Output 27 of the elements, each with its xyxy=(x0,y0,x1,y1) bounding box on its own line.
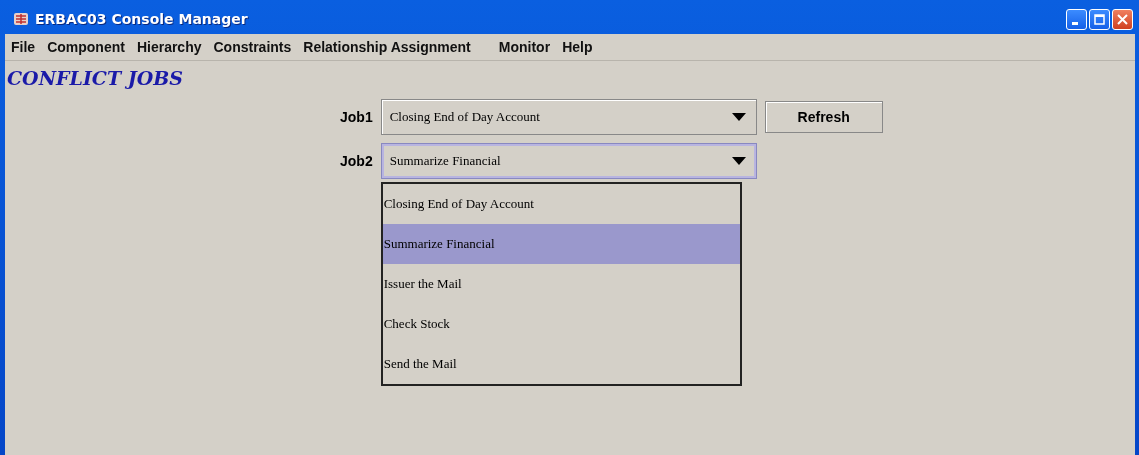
dropdown-option[interactable]: Closing End of Day Account xyxy=(382,184,740,224)
minimize-icon xyxy=(1072,21,1078,25)
maximize-button[interactable] xyxy=(1089,8,1110,30)
menu-item[interactable]: Relationship Assignment xyxy=(303,39,471,55)
menu-item[interactable]: Component xyxy=(47,39,125,55)
field-label: Job2 xyxy=(340,153,373,169)
menu-item[interactable]: Help xyxy=(562,39,593,55)
dropdown-arrow-icon xyxy=(731,157,746,165)
app-icon xyxy=(13,11,29,27)
field-label: Job1 xyxy=(340,109,373,125)
page-heading: CONFLICT JOBS xyxy=(6,66,183,89)
close-button[interactable] xyxy=(1112,8,1133,30)
dropdown-arrow-icon xyxy=(731,113,746,121)
minimize-button[interactable] xyxy=(1066,8,1087,30)
dropdown-option[interactable]: Issuer the Mail xyxy=(382,264,740,304)
menu-item[interactable]: File xyxy=(11,39,36,55)
dropdown-option[interactable]: Check Stock xyxy=(382,304,740,344)
menu-item[interactable]: Hierarchy xyxy=(136,39,202,55)
window-title: ERBAC03 Console Manager xyxy=(35,11,249,27)
close-icon xyxy=(1117,13,1128,25)
menu-item[interactable]: Monitor xyxy=(498,39,551,55)
job-dropdown[interactable]: Closing End of Day Account xyxy=(380,99,757,135)
dropdown-option[interactable]: Send the Mail xyxy=(382,344,740,384)
refresh-button[interactable]: Refresh xyxy=(764,101,883,133)
maximize-icon xyxy=(1094,13,1105,25)
menu-item[interactable]: Constraints xyxy=(213,39,292,55)
dropdown-option[interactable]: Summarize Financial xyxy=(382,224,740,264)
